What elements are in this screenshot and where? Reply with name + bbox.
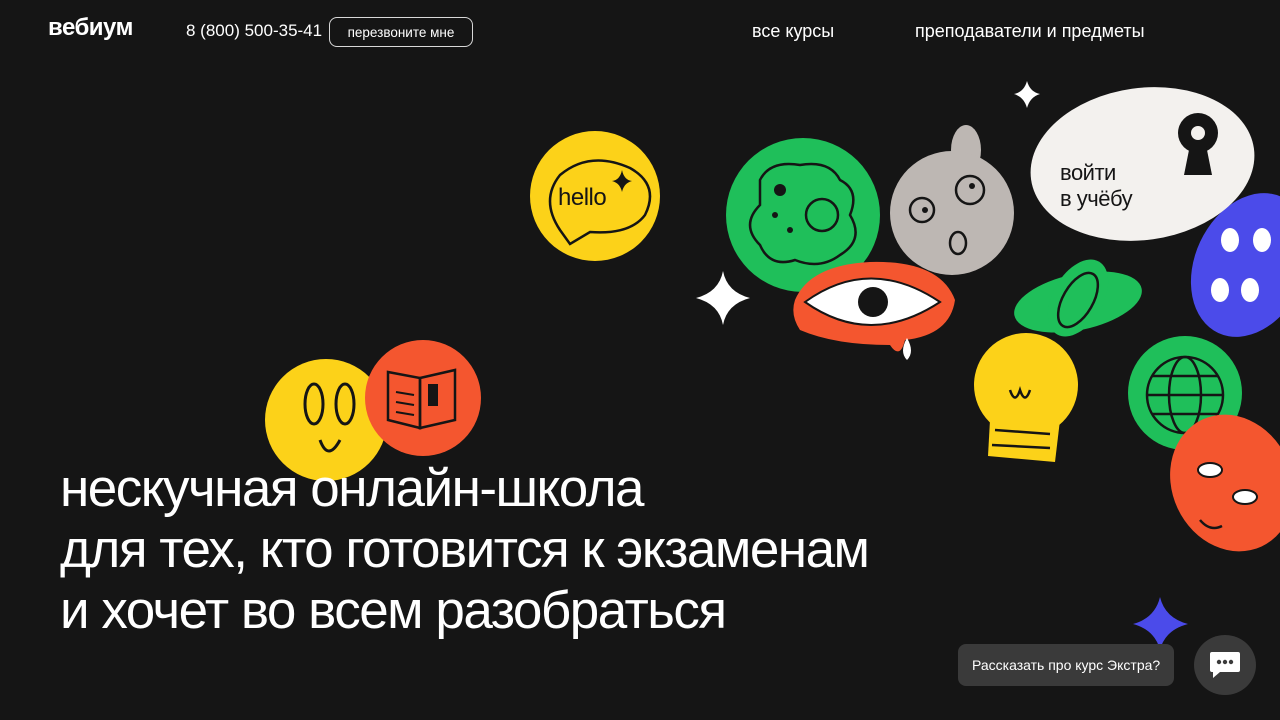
green-pill-sticker	[1014, 259, 1142, 337]
chat-prompt[interactable]: Рассказать про курс Экстра?	[958, 644, 1175, 686]
sparkle-icon	[1133, 597, 1188, 650]
bulb-sticker	[974, 333, 1078, 462]
login-line-2: в учёбу	[1060, 186, 1133, 211]
login-link[interactable]: войти в учёбу	[1060, 160, 1133, 212]
hello-text: hello	[558, 184, 607, 211]
login-line-1: войти	[1060, 160, 1116, 185]
hero-heading: нескучная онлайн-школа для тех, кто гото…	[60, 458, 870, 641]
hero-line-2: для тех, кто готовится к экзаменам	[60, 520, 870, 579]
sparkle-icon	[1014, 81, 1040, 108]
book-sticker	[365, 340, 481, 456]
hero-line-3: и хочет во всем разобраться	[60, 581, 727, 640]
sparkle-icon	[696, 271, 750, 325]
hero-line-1: нескучная онлайн-школа	[60, 459, 644, 518]
gray-face-sticker	[890, 125, 1014, 275]
chat-icon	[1210, 652, 1240, 678]
keyhole-icon	[1178, 113, 1218, 175]
chat-button[interactable]	[1194, 635, 1256, 695]
red-eye-sticker	[793, 261, 955, 360]
